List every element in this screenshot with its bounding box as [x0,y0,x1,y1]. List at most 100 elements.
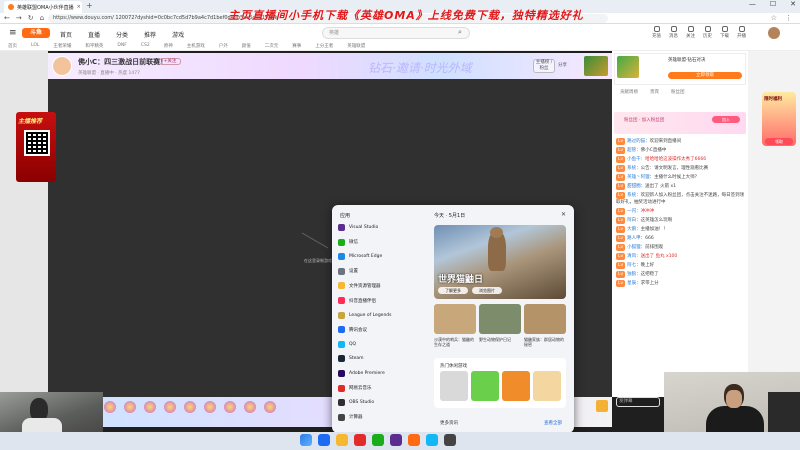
tab-fans[interactable]: 粉丝团 [671,89,685,95]
app-item[interactable]: League of Legends [338,310,422,321]
learn-more-button[interactable]: 了解更多 [438,287,468,294]
chat-input[interactable]: 发弹幕 [616,397,660,407]
gift-icon[interactable] [144,401,156,413]
chat-username[interactable]: 路过的猫 [627,139,645,144]
app-item[interactable]: OBS Studio [338,397,422,408]
go-live-button[interactable]: 开播 [737,26,746,39]
app-item[interactable]: 设置 [338,266,422,277]
game-tile[interactable] [502,371,530,401]
subnav-item[interactable]: DNF [117,43,126,49]
browse-images-button[interactable]: 浏览图片 [472,287,502,294]
chat-username[interactable]: 英雄丶阿狸 [627,175,650,180]
chat-username[interactable]: 甜甜圈 [627,184,641,189]
gift-icon[interactable] [104,401,116,413]
nav-item-category[interactable]: 分类 [116,30,128,39]
news-thumbnail[interactable] [434,304,476,334]
back-icon[interactable]: ← [4,14,10,22]
see-all-link[interactable]: 查看全部 [544,420,562,426]
promo-card-image[interactable] [617,56,639,78]
chat-username[interactable]: 阿白 [627,218,636,223]
app-item[interactable]: Visual Studio [338,222,422,233]
search-input[interactable]: 英雄 [322,27,470,39]
reload-icon[interactable]: ↻ [28,14,34,22]
app-item[interactable]: 计算器 [338,412,422,423]
taskbar-app-icon[interactable] [372,434,384,446]
taskbar-app-icon[interactable] [336,434,348,446]
follow-button[interactable]: +关注 [159,58,181,65]
subnav-item[interactable]: 和平精英 [85,43,103,49]
gift-icon[interactable] [244,401,256,413]
chat-username[interactable]: 小狐狸 [627,245,641,250]
taskbar-app-icon[interactable] [444,434,456,446]
chat-username[interactable]: 小鱼干 [627,157,641,162]
taskbar-app-icon[interactable] [390,434,402,446]
download-button[interactable]: 下载 [720,26,729,39]
more-menu-icon[interactable]: ⋮ [785,14,792,22]
gift-icon[interactable] [264,401,276,413]
share-button[interactable]: 分享 [558,62,567,68]
subnav-item[interactable]: 王者荣耀 [53,43,71,49]
chat-username[interactable]: 系统 [627,193,636,198]
following-button[interactable]: 关注 [686,26,695,39]
subnav-item[interactable]: 二次元 [265,43,279,49]
gift-icon[interactable] [164,401,176,413]
site-logo[interactable]: 斗鱼 [22,28,50,38]
bookmark-icon[interactable]: ☆ [771,14,777,22]
subnav-item[interactable]: 英雄联盟 [347,43,365,49]
minimize-icon[interactable]: — [749,0,756,8]
news-caption[interactable]: 猫鼬家族：群居动物的秘密 [524,337,566,347]
subnav-item[interactable]: 户外 [219,43,228,49]
app-item[interactable]: Adobe Premiere [338,368,422,379]
subnav-item[interactable]: 主机游戏 [187,43,205,49]
hamburger-menu-icon[interactable]: ≡ [9,28,17,38]
windows-start-icon[interactable] [300,434,312,446]
recharge-button[interactable]: 充值 [652,26,661,39]
chat-username[interactable]: 独狼 [627,272,636,277]
tab-vip[interactable]: 贵宾 [650,89,659,95]
chat-username[interactable]: 系统 [627,166,636,171]
rank-button[interactable]: 主播榜 / 粉丝 [533,59,555,73]
app-item[interactable]: QQ [338,339,422,350]
chat-username[interactable]: 大鹅 [627,227,636,232]
app-item[interactable]: Steam [338,353,422,364]
news-caption[interactable]: 野生动物保护日记 [479,337,521,342]
gift-icon[interactable] [224,401,236,413]
history-button[interactable]: 历史 [703,26,712,39]
nav-item-recommend[interactable]: 推荐 [144,30,156,39]
subnav-item[interactable]: LOL [31,43,39,49]
floating-reward-button[interactable]: 领取 [765,138,793,145]
game-tile[interactable] [440,371,468,401]
subnav-item[interactable]: 赛事 [292,43,301,49]
nav-item-games[interactable]: 游戏 [172,30,184,39]
backpack-icon[interactable] [596,400,608,412]
app-item[interactable]: 微信 [338,237,422,248]
forward-icon[interactable]: → [16,14,22,22]
news-thumbnail[interactable] [524,304,566,334]
chat-list[interactable]: Lv 路过的猫：欢迎来到直播间 Lv 超管：佛小C直播中 Lv 小鱼干：哈哈哈哈这波操作太… [616,138,746,394]
messages-button[interactable]: 消息 [669,26,678,39]
gift-icon[interactable] [204,401,216,413]
chat-username[interactable]: 路人甲 [627,236,641,241]
taskbar-app-icon[interactable] [318,434,330,446]
home-icon[interactable]: ⌂ [40,14,44,22]
app-item[interactable]: Microsoft Edge [338,251,422,262]
chat-username[interactable]: 超管 [627,148,636,153]
gift-icon[interactable] [184,401,196,413]
subnav-item[interactable]: 颜值 [242,43,251,49]
subnav-item[interactable]: 首页 [8,43,17,49]
close-window-icon[interactable]: ✕ [790,0,796,8]
tab-weekly-rank[interactable]: 贡献周榜 [620,89,638,95]
chat-username[interactable]: 一闪 [627,209,636,214]
nav-item-home[interactable]: 首页 [60,30,72,39]
game-thumbnail[interactable] [584,56,608,76]
chat-username[interactable]: 星辰 [627,281,636,286]
app-item[interactable]: 网易云音乐 [338,383,422,394]
taskbar-app-icon[interactable] [408,434,420,446]
gift-icon[interactable] [124,401,136,413]
subnav-item[interactable]: 上分王者 [315,43,333,49]
subnav-item[interactable]: 原神 [164,43,173,49]
news-thumbnail[interactable] [479,304,521,334]
promo-claim-button[interactable]: 立即领取 [668,72,742,79]
subnav-item[interactable]: CS2 [141,43,150,49]
app-item[interactable]: 抖音直播伴侣 [338,295,422,306]
